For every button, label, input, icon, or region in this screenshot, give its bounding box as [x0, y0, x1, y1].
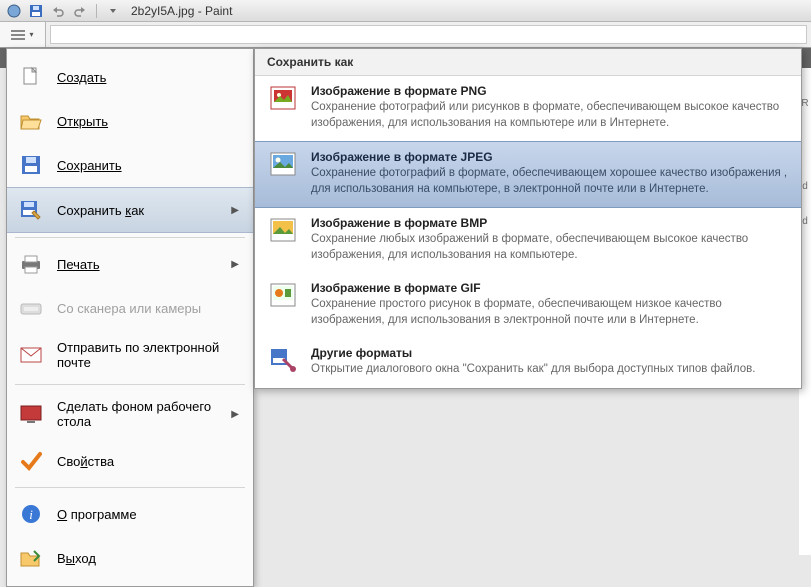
qat-dropdown-icon[interactable]: [105, 3, 121, 19]
saveas-png[interactable]: Изображение в формате PNG Сохранение фот…: [255, 76, 801, 141]
menu-exit-label: Выход: [57, 551, 243, 566]
menu-divider: [15, 487, 245, 488]
menu-save[interactable]: Сохранить: [7, 143, 253, 187]
submenu-arrow-icon: ▶: [231, 259, 239, 270]
svg-text:i: i: [29, 507, 33, 522]
saveas-gif-title: Изображение в формате GIF: [311, 281, 789, 295]
file-menu-button[interactable]: ▾: [0, 22, 46, 47]
menu-create-label: Создать: [57, 70, 243, 85]
menu-set-bg-label: Сделать фоном рабочего стола: [57, 399, 219, 429]
ribbon-row: ▾: [0, 22, 811, 48]
exit-icon: [17, 546, 45, 570]
saveas-gif-desc: Сохранение простого рисунок в формате, о…: [311, 297, 789, 328]
info-icon: i: [17, 502, 45, 526]
submenu-arrow-icon: ▶: [231, 409, 239, 420]
png-icon: [267, 84, 299, 112]
floppy-icon: [17, 153, 45, 177]
saveas-bmp[interactable]: Изображение в формате BMP Сохранение люб…: [255, 208, 801, 273]
saveas-png-desc: Сохранение фотографий или рисунков в фор…: [311, 100, 789, 131]
desktop-bg-icon: [17, 402, 45, 426]
saveas-jpeg-desc: Сохранение фотографий в формате, обеспеч…: [311, 166, 789, 197]
qat-separator: [96, 4, 97, 18]
menu-set-background[interactable]: Сделать фоном рабочего стола ▶: [7, 389, 253, 439]
saveas-png-title: Изображение в формате PNG: [311, 84, 789, 98]
saveas-gif[interactable]: Изображение в формате GIF Сохранение про…: [255, 273, 801, 338]
menu-print-label: Печать: [57, 257, 219, 272]
saveas-other[interactable]: Другие форматы Открытие диалогового окна…: [255, 338, 801, 388]
menu-scanner-label: Со сканера или камеры: [57, 301, 243, 316]
gif-icon: [267, 281, 299, 309]
save-as-submenu: Сохранить как Изображение в формате PNG …: [254, 48, 802, 389]
window-title: 2b2yI5A.jpg - Paint: [131, 4, 232, 18]
menu-open[interactable]: Открыть: [7, 99, 253, 143]
save-as-icon: [17, 198, 45, 222]
other-format-icon: [267, 346, 299, 374]
menu-open-label: Открыть: [57, 114, 243, 129]
chevron-down-icon: ▾: [29, 30, 33, 39]
undo-icon[interactable]: [50, 3, 66, 19]
app-icon: [6, 3, 22, 19]
menu-divider: [15, 384, 245, 385]
saveas-other-desc: Открытие диалогового окна "Сохранить как…: [311, 362, 789, 378]
menu-send-email[interactable]: Отправить по электронной почте: [7, 330, 253, 380]
save-icon[interactable]: [28, 3, 44, 19]
saveas-bmp-desc: Сохранение любых изображений в формате, …: [311, 232, 789, 263]
submenu-header: Сохранить как: [255, 49, 801, 76]
menu-properties[interactable]: Свойства: [7, 439, 253, 483]
menu-scanner: Со сканера или камеры: [7, 286, 253, 330]
saveas-bmp-title: Изображение в формате BMP: [311, 216, 789, 230]
menu-save-as-label: Сохранить как: [57, 203, 219, 218]
menu-save-as[interactable]: Сохранить как ▶: [7, 187, 253, 233]
redo-icon[interactable]: [72, 3, 88, 19]
menu-divider: [15, 237, 245, 238]
menu-about[interactable]: i О программе: [7, 492, 253, 536]
menu-exit[interactable]: Выход: [7, 536, 253, 580]
ribbon-bar: [50, 25, 807, 44]
bmp-icon: [267, 216, 299, 244]
menu-print[interactable]: Печать ▶: [7, 242, 253, 286]
saveas-other-title: Другие форматы: [311, 346, 789, 360]
submenu-arrow-icon: ▶: [231, 205, 239, 216]
printer-icon: [17, 252, 45, 276]
saveas-jpeg-title: Изображение в формате JPEG: [311, 150, 789, 164]
menu-send-label: Отправить по электронной почте: [57, 340, 243, 370]
mail-icon: [17, 343, 45, 367]
app-menu: Создать Открыть Сохранить Сохранить как …: [6, 48, 254, 587]
new-file-icon: [17, 65, 45, 89]
menu-properties-label: Свойства: [57, 454, 243, 469]
folder-open-icon: [17, 109, 45, 133]
titlebar: 2b2yI5A.jpg - Paint: [0, 0, 811, 22]
menu-about-label: О программе: [57, 507, 243, 522]
check-icon: [17, 449, 45, 473]
hamburger-icon: [11, 30, 25, 40]
scanner-icon: [17, 296, 45, 320]
jpeg-icon: [267, 150, 299, 178]
saveas-jpeg[interactable]: Изображение в формате JPEG Сохранение фо…: [255, 141, 801, 208]
menu-create[interactable]: Создать: [7, 55, 253, 99]
menu-save-label: Сохранить: [57, 158, 243, 173]
